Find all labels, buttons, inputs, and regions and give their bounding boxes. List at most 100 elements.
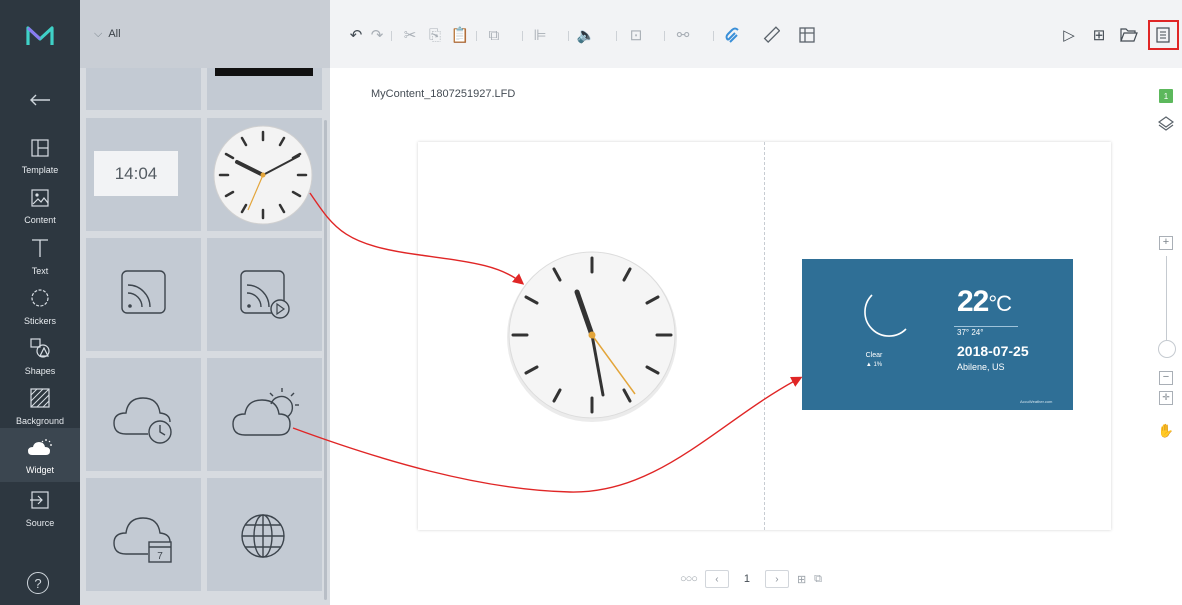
weather-icon	[232, 388, 299, 436]
toolbar-separator	[616, 31, 617, 41]
sidebar-item-label: Source	[25, 517, 55, 528]
open-folder-icon[interactable]	[1118, 24, 1140, 46]
align-icon[interactable]: ⊫	[529, 24, 551, 46]
filter-dropdown[interactable]: ⌵ All	[94, 28, 121, 41]
temperature-unit: °C	[988, 291, 1012, 316]
file-name: MyContent_1807251927.LFD	[371, 88, 516, 100]
layer-badge[interactable]: 1	[1159, 89, 1173, 103]
tile-weather[interactable]	[207, 358, 322, 471]
tile-web-browser[interactable]	[207, 478, 322, 591]
page-number: 1	[743, 573, 750, 585]
weather-location: Abilene, US	[957, 362, 1005, 372]
next-page-button[interactable]: ›	[764, 570, 789, 588]
canvas-analog-clock[interactable]	[505, 250, 679, 424]
tile-rss-video-feed[interactable]	[207, 238, 322, 351]
source-icon	[29, 489, 51, 516]
sidebar-item-background[interactable]: Background	[0, 380, 80, 432]
weather-condition: Clear	[865, 352, 883, 359]
toolbar-separator	[664, 31, 665, 41]
template-icon	[30, 138, 50, 163]
moon-icon	[864, 294, 907, 337]
sidebar-item-content[interactable]: Content	[0, 180, 80, 232]
sidebar-item-label: Widget	[25, 464, 54, 475]
grid-icon[interactable]	[796, 24, 818, 46]
sidebar-item-label: Text	[31, 265, 49, 276]
left-sidebar: Template Content Text Stickers Shapes Ba…	[0, 0, 80, 605]
tile-preview-bar	[215, 68, 313, 76]
tile-cloud-clock[interactable]	[86, 358, 201, 471]
rss-icon	[121, 270, 166, 314]
paste-icon[interactable]: 📋	[449, 24, 471, 46]
prev-page-button[interactable]: ‹	[704, 570, 729, 588]
toolbar-separator	[568, 31, 569, 41]
text-icon	[30, 237, 50, 264]
widget-panel: ⌵ All 14:04 7	[80, 0, 330, 605]
sidebar-item-label: Content	[24, 214, 56, 225]
link-icon[interactable]: ⚯	[672, 24, 694, 46]
weather-precipitation: ▲ 1%	[850, 362, 898, 368]
back-arrow-icon[interactable]	[0, 80, 80, 120]
content-icon	[30, 188, 50, 213]
add-page-icon[interactable]: ⊞	[1088, 24, 1110, 46]
cloud-clock-icon	[113, 397, 172, 444]
filter-label: All	[108, 28, 121, 40]
temperature-value: 22	[957, 285, 989, 318]
sidebar-item-label: Background	[15, 415, 65, 426]
toolbar-separator	[391, 31, 392, 41]
help-icon[interactable]: ?	[27, 572, 49, 594]
add-page-icon[interactable]: ⊞	[797, 573, 806, 586]
widget-tile[interactable]	[86, 68, 201, 110]
play-icon[interactable]: ▷	[1058, 24, 1080, 46]
zoom-slider-handle[interactable]	[1158, 340, 1176, 358]
sidebar-item-shapes[interactable]: Shapes	[0, 330, 80, 382]
ruler-icon[interactable]	[760, 24, 782, 46]
layers-icon[interactable]	[1155, 112, 1177, 134]
copy-icon[interactable]: ⎘	[424, 24, 446, 46]
background-icon	[29, 387, 51, 414]
arrange-icon[interactable]: ⧉	[483, 24, 505, 46]
sidebar-item-stickers[interactable]: Stickers	[0, 280, 80, 332]
weather-range: 37° 24°	[957, 328, 984, 337]
canvas-weather-widget[interactable]: 22°C 37° 24° 2018-07-25 Abilene, US Clea…	[802, 259, 1073, 410]
canvas-center-guide	[764, 142, 765, 530]
tile-analog-clock[interactable]	[207, 118, 322, 231]
sidebar-item-template[interactable]: Template	[0, 130, 80, 182]
weather-date: 2018-07-25	[957, 343, 1029, 359]
calendar-day: 7	[157, 551, 163, 562]
sidebar-item-text[interactable]: Text	[0, 230, 80, 282]
widget-tile[interactable]	[207, 68, 322, 110]
fit-to-screen-button[interactable]: ✛	[1159, 391, 1173, 405]
tile-cloud-calendar[interactable]: 7	[86, 478, 201, 591]
save-icon[interactable]	[1152, 24, 1174, 46]
volume-icon[interactable]: 🔈	[575, 24, 597, 46]
weather-temperature: 22°C	[957, 285, 1012, 319]
stickers-icon	[29, 287, 51, 314]
panel-scrollbar[interactable]	[324, 120, 327, 600]
help-label: ?	[34, 575, 42, 591]
undo-icon[interactable]: ↶	[345, 24, 367, 46]
group-icon[interactable]: ⊡	[625, 24, 647, 46]
widget-icon	[27, 436, 53, 463]
tile-digital-clock[interactable]: 14:04	[86, 118, 201, 231]
zoom-in-button[interactable]: +	[1159, 236, 1173, 250]
hand-tool-icon[interactable]: ✋	[1155, 420, 1177, 442]
rss-video-icon	[240, 270, 290, 319]
duplicate-page-icon[interactable]: ⧉	[814, 573, 822, 586]
sidebar-item-source[interactable]: Source	[0, 482, 80, 534]
analog-clock-icon	[213, 125, 313, 225]
zoom-out-button[interactable]: −	[1159, 371, 1173, 385]
redo-icon[interactable]: ↷	[366, 24, 388, 46]
shapes-icon	[29, 337, 51, 364]
weather-brand: AccuWeather.com	[1020, 399, 1053, 404]
toolbar-separator	[522, 31, 523, 41]
digital-clock-time: 14:04	[94, 151, 178, 196]
page-navigator: ○○○ ‹ 1 › ⊞ ⧉	[680, 570, 822, 588]
precipitation-value: 1%	[873, 362, 883, 368]
weather-divider	[954, 326, 1018, 327]
magnet-icon[interactable]	[722, 24, 744, 46]
page-dots-icon[interactable]: ○○○	[680, 573, 698, 585]
cloud-calendar-icon: 7	[113, 517, 172, 563]
tile-rss-feed[interactable]	[86, 238, 201, 351]
sidebar-item-widget[interactable]: Widget	[0, 428, 80, 482]
cut-icon[interactable]: ✂	[399, 24, 421, 46]
